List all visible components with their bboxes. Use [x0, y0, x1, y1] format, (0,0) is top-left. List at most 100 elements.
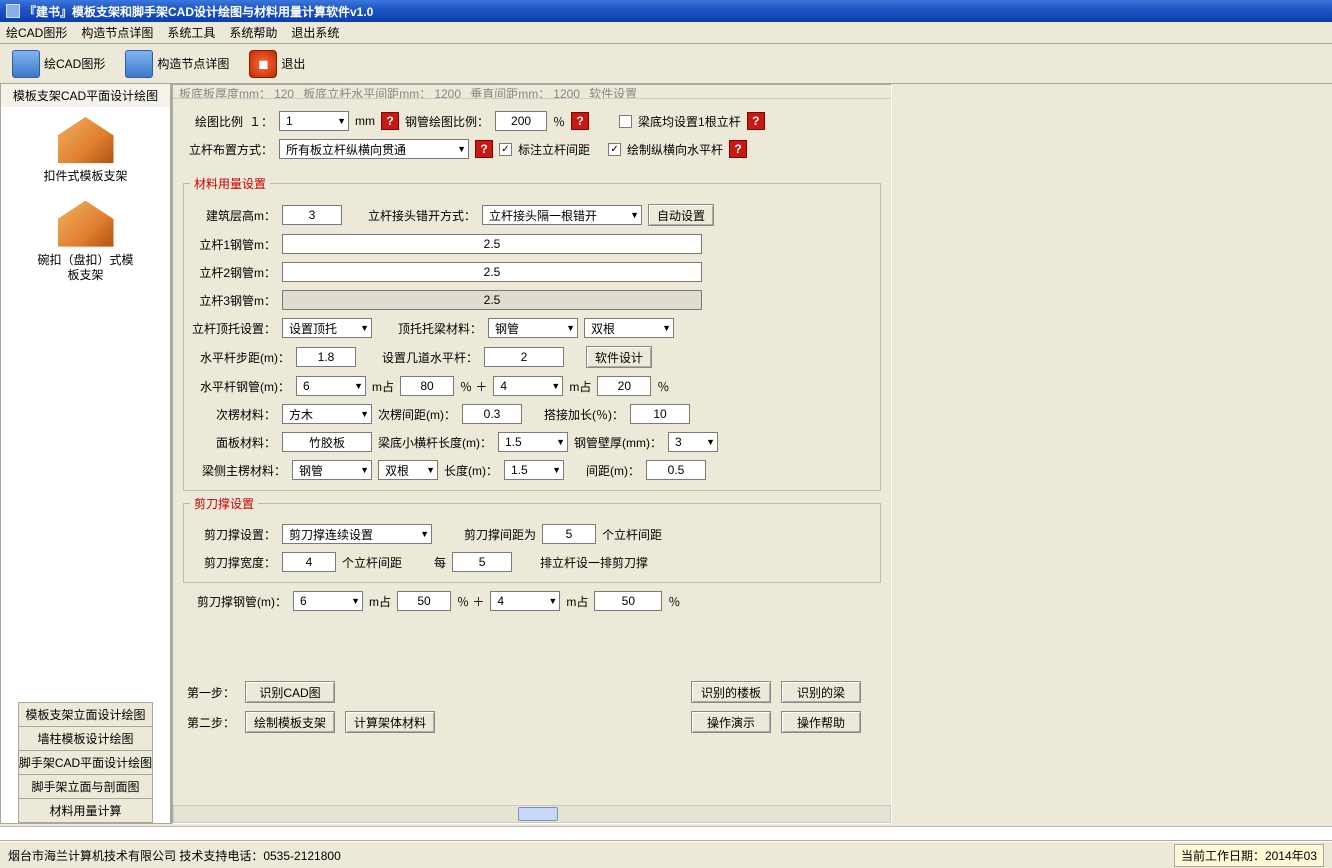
- sidebar-item-bowl[interactable]: 碗扣（盘扣）式模 板支架: [1, 201, 170, 284]
- menu-node[interactable]: 构造节点详图: [81, 24, 153, 41]
- menu-help[interactable]: 系统帮助: [229, 24, 277, 41]
- recognized-beam-button[interactable]: 识别的梁: [781, 681, 861, 703]
- v: 立杆接头隔一根错开: [489, 207, 597, 224]
- help-icon[interactable]: ?: [729, 140, 747, 158]
- col1-input[interactable]: [282, 234, 702, 254]
- recognized-slab-button[interactable]: 识别的楼板: [691, 681, 771, 703]
- horizontal-scrollbar[interactable]: [173, 805, 891, 823]
- layout-select[interactable]: 所有板立杆纵横向贯通▼: [279, 139, 469, 159]
- horiz-b-select[interactable]: 4▼: [493, 376, 563, 396]
- beam-one-col-label: 梁底均设置1根立杆: [638, 113, 741, 130]
- toolbar-cad-label: 绘CAD图形: [44, 55, 105, 72]
- pipe-ratio-input[interactable]: [495, 111, 547, 131]
- brace-set-label: 剪刀撑设置：: [190, 526, 276, 543]
- chevron-down-icon: ▼: [333, 116, 346, 126]
- beam-one-col-checkbox[interactable]: [619, 115, 632, 128]
- brace-b-pct[interactable]: [594, 591, 662, 611]
- v: 4: [500, 379, 507, 393]
- recognize-cad-button[interactable]: 识别CAD图: [245, 681, 335, 703]
- sidebar-tab-material[interactable]: 材料用量计算: [18, 798, 153, 823]
- help-icon[interactable]: ?: [571, 112, 589, 130]
- wall-select[interactable]: 3▼: [668, 432, 718, 452]
- top-count-select[interactable]: 双根 ▼: [584, 318, 674, 338]
- l: 板底板厚度mm：: [179, 87, 271, 99]
- brace-unit2: 个立杆间距: [342, 554, 402, 571]
- sidebar-tab-wall[interactable]: 墙柱模板设计绘图: [18, 726, 153, 751]
- lap-input[interactable]: [630, 404, 690, 424]
- sidebar-tab-scaffold-elev[interactable]: 脚手架立面与剖面图: [18, 774, 153, 799]
- annotate-checkbox[interactable]: [499, 143, 512, 156]
- toolbar-exit[interactable]: ◼ 退出: [243, 48, 311, 80]
- v: 双根: [591, 320, 615, 337]
- side-mat-select[interactable]: 钢管▼: [292, 460, 372, 480]
- calc-material-button[interactable]: 计算架体材料: [345, 711, 435, 733]
- chevron-down-icon: ▼: [658, 323, 671, 333]
- sub-mat-select[interactable]: 方木▼: [282, 404, 372, 424]
- brace-span-label: 剪刀撑间距为: [464, 526, 536, 543]
- soft-design-button[interactable]: 软件设计: [586, 346, 652, 368]
- beamh-select[interactable]: 1.5▼: [498, 432, 568, 452]
- v: 设置顶托: [289, 320, 337, 337]
- scrollbar-thumb[interactable]: [518, 807, 558, 821]
- drawlines-checkbox[interactable]: [608, 143, 621, 156]
- toolbar-node[interactable]: 构造节点详图: [119, 48, 235, 80]
- chevron-down-icon: ▼: [422, 465, 435, 475]
- brace-a-select[interactable]: 6▼: [293, 591, 363, 611]
- brace-row-label: 排立杆设一排剪刀撑: [540, 554, 648, 571]
- top-mat-select[interactable]: 钢管▼: [488, 318, 578, 338]
- v: 6: [300, 594, 307, 608]
- toolbar-cad[interactable]: 绘CAD图形: [6, 48, 111, 80]
- ratio-select[interactable]: 1▼: [279, 111, 349, 131]
- chevron-down-icon: ▼: [356, 323, 369, 333]
- help-icon[interactable]: ?: [475, 140, 493, 158]
- v: 1.5: [511, 463, 528, 477]
- side-label: 梁侧主楞材料：: [190, 462, 286, 479]
- brace-a-pct[interactable]: [397, 591, 451, 611]
- sub-space-input[interactable]: [462, 404, 522, 424]
- brace-span-input[interactable]: [542, 524, 596, 544]
- sidebar-item-coupler[interactable]: 扣件式模板支架: [1, 117, 170, 185]
- space-input[interactable]: [646, 460, 706, 480]
- sidebar-tab-elev[interactable]: 模板支架立面设计绘图: [18, 702, 153, 727]
- v: 120: [274, 87, 294, 99]
- l: 垂直间距mm：: [470, 87, 550, 99]
- col3-input[interactable]: [282, 290, 702, 310]
- panel-mat-input[interactable]: [282, 432, 372, 452]
- menu-cad[interactable]: 绘CAD图形: [6, 24, 67, 41]
- brace-set-select[interactable]: 剪刀撑连续设置▼: [282, 524, 432, 544]
- horiz-b-pct[interactable]: [597, 376, 651, 396]
- help-icon[interactable]: ?: [747, 112, 765, 130]
- brace-b-select[interactable]: 4▼: [490, 591, 560, 611]
- chevron-down-icon: ▼: [548, 465, 561, 475]
- step-cnt-input[interactable]: [484, 347, 564, 367]
- horiz-a-pct[interactable]: [400, 376, 454, 396]
- sidebar-tab-plan[interactable]: 模板支架CAD平面设计绘图: [0, 83, 171, 107]
- step-label: 水平杆步距(m)：: [190, 349, 290, 366]
- step-input[interactable]: [296, 347, 356, 367]
- help-button[interactable]: 操作帮助: [781, 711, 861, 733]
- help-icon[interactable]: ?: [381, 112, 399, 130]
- auto-button[interactable]: 自动设置: [648, 204, 714, 226]
- joint-select[interactable]: 立杆接头隔一根错开 ▼: [482, 205, 642, 225]
- every-input[interactable]: [452, 552, 512, 572]
- len-select[interactable]: 1.5 ▼: [504, 460, 564, 480]
- menu-tools[interactable]: 系统工具: [167, 24, 215, 41]
- workspace: 模板支架CAD平面设计绘图 扣件式模板支架 碗扣（盘扣）式模 板支架 模板支架立…: [0, 84, 1332, 824]
- draw-formwork-button[interactable]: 绘制模板支架: [245, 711, 335, 733]
- brace-title: 剪刀撑设置: [190, 495, 258, 512]
- chevron-down-icon: ▼: [350, 381, 363, 391]
- top-select[interactable]: 设置顶托 ▼: [282, 318, 372, 338]
- chevron-down-icon: ▼: [626, 210, 639, 220]
- demo-button[interactable]: 操作演示: [691, 711, 771, 733]
- brace-wid-input[interactable]: [282, 552, 336, 572]
- horiz-a-select[interactable]: 6▼: [296, 376, 366, 396]
- chevron-down-icon: ▼: [552, 437, 565, 447]
- side-cnt-select[interactable]: 双根▼: [378, 460, 438, 480]
- floor-h-input[interactable]: [282, 205, 342, 225]
- sidebar-tab-scaffold-plan[interactable]: 脚手架CAD平面设计绘图: [18, 750, 153, 775]
- mzhan4: m占: [566, 593, 588, 610]
- col2-input[interactable]: [282, 262, 702, 282]
- menu-exit[interactable]: 退出系统: [291, 24, 339, 41]
- v: 1: [286, 114, 293, 128]
- pct-end: ％: [657, 378, 669, 395]
